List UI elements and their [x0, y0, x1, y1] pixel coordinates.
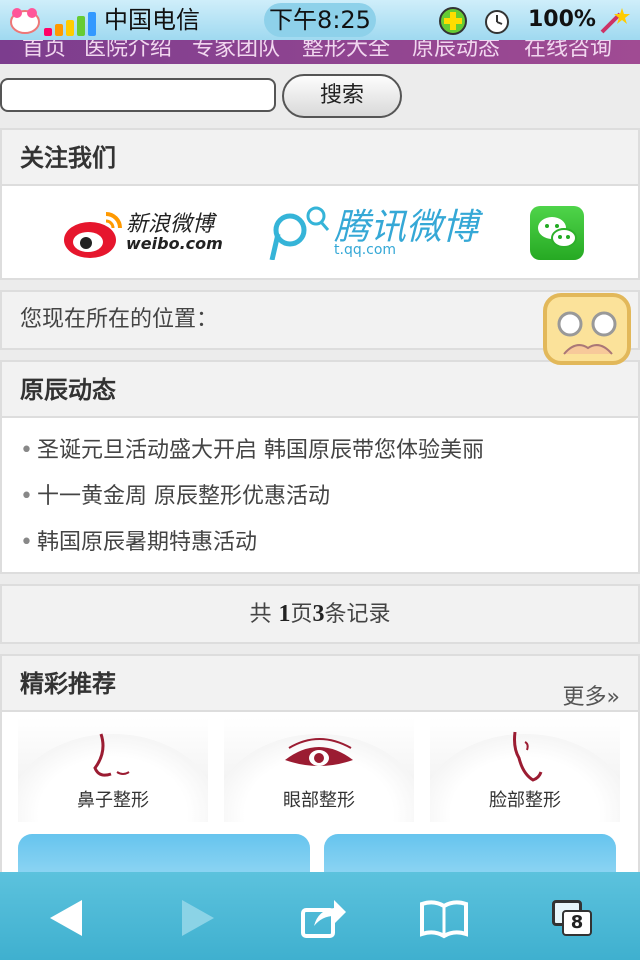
- magic-wand-icon: [600, 8, 630, 34]
- sina-weibo-link[interactable]: 新浪微博 weibo.com: [62, 204, 232, 260]
- signal-strength-icon: [44, 10, 96, 36]
- nav-item-procedures[interactable]: 整形大全: [302, 40, 390, 62]
- news-list: • 圣诞元旦活动盛大开启 韩国原辰带您体验美丽 • 十一黄金周 原辰整形优惠活动 •…: [2, 418, 638, 566]
- plus-badge-icon: [439, 7, 467, 35]
- battery-level: 100%: [528, 7, 596, 32]
- top-nav: 首页 医院介绍 专家团队 整形大全 原辰动态 在线咨询: [0, 40, 640, 64]
- news-title: 原辰动态: [2, 362, 638, 418]
- wechat-icon: [538, 217, 577, 248]
- featured-card-face[interactable]: 脸部整形: [430, 718, 620, 822]
- search-input[interactable]: [0, 78, 276, 112]
- card-label: 眼部整形: [283, 790, 355, 811]
- record-count: 3: [312, 601, 325, 627]
- back-arrow-icon[interactable]: [44, 896, 92, 940]
- sina-weibo-icon: [64, 212, 122, 258]
- sina-weibo-url: weibo.com: [126, 234, 223, 253]
- tabs-count: 8: [562, 910, 592, 936]
- face-icon: [513, 731, 543, 782]
- featured-card-eye[interactable]: 眼部整形: [224, 718, 414, 822]
- card-label: 鼻子整形: [77, 790, 149, 811]
- search-button[interactable]: 搜索: [282, 74, 402, 118]
- wechat-link[interactable]: [530, 206, 584, 260]
- news-box: 原辰动态 • 圣诞元旦活动盛大开启 韩国原辰带您体验美丽 • 十一黄金周 原辰整形优…: [0, 360, 640, 574]
- follow-us-box: 关注我们 新浪微博 weibo.com 腾讯微博 t.qq.com: [0, 128, 640, 280]
- follow-us-title: 关注我们: [2, 130, 638, 186]
- pagination-box: 共 1页3条记录: [0, 584, 640, 644]
- card-label: 脸部整形: [489, 790, 561, 811]
- browser-toolbar: 8: [0, 872, 640, 960]
- tencent-weibo-url: t.qq.com: [334, 242, 397, 258]
- nose-icon: [93, 733, 130, 777]
- nav-item-home[interactable]: 首页: [22, 40, 66, 62]
- news-item[interactable]: • 韩国原辰暑期特惠活动: [2, 520, 638, 566]
- nav-item-news[interactable]: 原辰动态: [412, 40, 500, 62]
- nav-item-experts[interactable]: 专家团队: [192, 40, 280, 62]
- featured-card-nose[interactable]: 鼻子整形: [18, 718, 208, 822]
- share-icon[interactable]: [300, 896, 348, 940]
- status-bar: 中国电信 下午8:25 100%: [0, 0, 640, 40]
- featured-title: 精彩推荐 更多»: [2, 656, 638, 712]
- forward-arrow-icon[interactable]: [172, 896, 220, 940]
- nav-item-hospital[interactable]: 医院介绍: [84, 40, 172, 62]
- pagination-summary: 共 1页3条记录: [249, 601, 391, 627]
- hello-kitty-icon: [10, 8, 40, 34]
- news-item-text: 圣诞元旦活动盛大开启 韩国原辰带您体验美丽: [36, 438, 484, 463]
- page-count: 1: [278, 601, 291, 627]
- nav-item-consult[interactable]: 在线咨询: [524, 40, 612, 62]
- tencent-weibo-icon: [269, 206, 330, 260]
- carrier-name: 中国电信: [104, 6, 200, 34]
- news-item-text: 韩国原辰暑期特惠活动: [36, 530, 257, 555]
- news-item-text: 十一黄金周 原辰整形优惠活动: [36, 484, 330, 509]
- social-links: 新浪微博 weibo.com 腾讯微博 t.qq.com: [2, 186, 638, 280]
- tabs-button[interactable]: 8: [548, 896, 596, 940]
- mascot-icon[interactable]: [542, 292, 632, 366]
- news-item[interactable]: • 十一黄金周 原辰整形优惠活动: [2, 474, 638, 520]
- eye-icon: [285, 738, 353, 766]
- bookmarks-icon[interactable]: [420, 896, 468, 940]
- clock: 下午8:25: [264, 3, 376, 37]
- tencent-weibo-link[interactable]: 腾讯微博 t.qq.com: [268, 204, 498, 260]
- news-item[interactable]: • 圣诞元旦活动盛大开启 韩国原辰带您体验美丽: [2, 428, 638, 474]
- alarm-clock-icon: [485, 10, 509, 34]
